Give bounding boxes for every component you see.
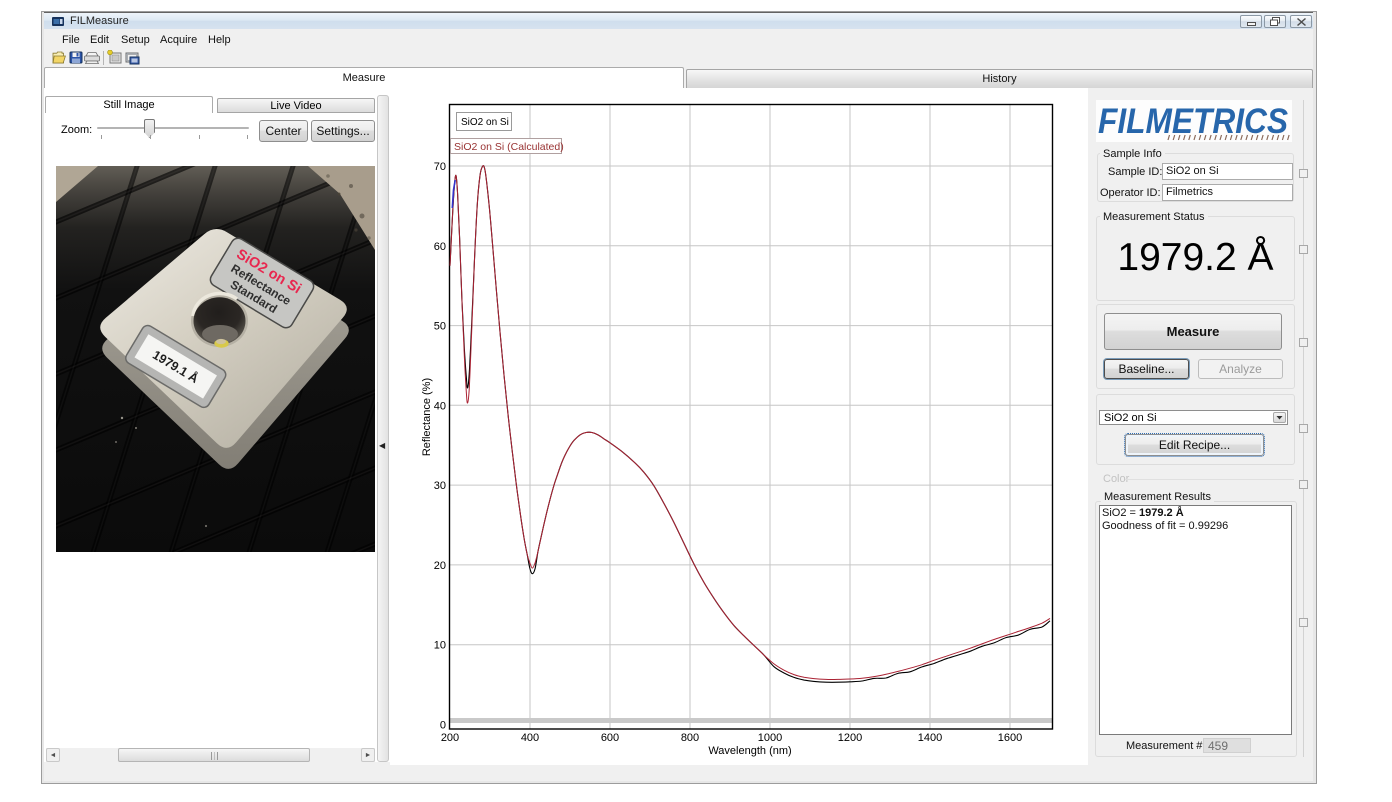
svg-text:Wavelength (nm): Wavelength (nm) xyxy=(708,745,791,757)
svg-text:60: 60 xyxy=(434,241,446,253)
svg-text:1200: 1200 xyxy=(838,732,862,744)
svg-text:400: 400 xyxy=(521,732,539,744)
svg-text:70: 70 xyxy=(434,161,446,173)
svg-text:1000: 1000 xyxy=(758,732,782,744)
svg-text:50: 50 xyxy=(434,321,446,333)
svg-text:1600: 1600 xyxy=(998,732,1022,744)
svg-text:200: 200 xyxy=(441,732,459,744)
svg-text:40: 40 xyxy=(434,400,446,412)
svg-text:600: 600 xyxy=(601,732,619,744)
svg-text:0: 0 xyxy=(440,720,446,732)
svg-text:20: 20 xyxy=(434,560,446,572)
svg-text:SiO2 on Si (Calculated): SiO2 on Si (Calculated) xyxy=(454,141,564,153)
svg-text:FILMETRICS: FILMETRICS xyxy=(1098,102,1288,141)
svg-text:SiO2 on Si: SiO2 on Si xyxy=(461,117,509,128)
svg-text:10: 10 xyxy=(434,640,446,652)
svg-text:30: 30 xyxy=(434,480,446,492)
svg-text:Reflectance (%): Reflectance (%) xyxy=(421,378,433,456)
svg-text:800: 800 xyxy=(681,732,699,744)
svg-text:1400: 1400 xyxy=(918,732,942,744)
